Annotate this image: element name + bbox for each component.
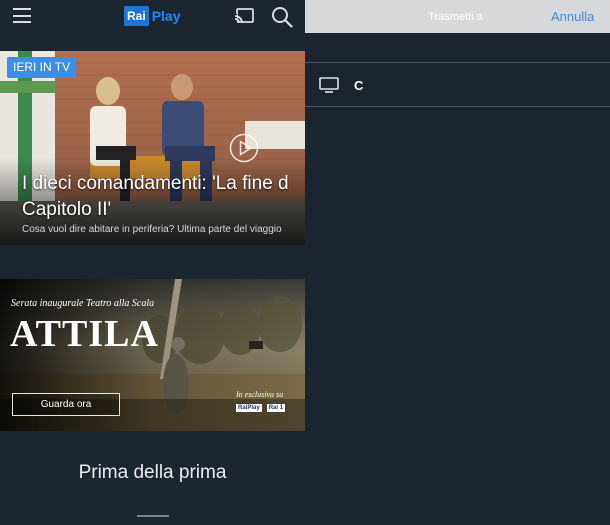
raiplay-logo[interactable]: Rai Play <box>124 5 181 27</box>
channel-logos: RaiPlay Rai 1 <box>236 404 286 412</box>
promo-title: ATTILA <box>10 313 159 355</box>
search-icon[interactable] <box>271 6 293 28</box>
promo-kicker: Serata inaugurale Teatro alla Scala <box>11 298 155 309</box>
hero-title-line2: Capitolo II' <box>22 199 112 220</box>
section-title: Prima della prima <box>78 462 227 483</box>
logo-play-text: Play <box>151 8 181 24</box>
cast-dialog: Trasmetti a Annulla C <box>305 0 610 525</box>
ieri-in-tv-badge: IERI IN TV <box>7 57 77 78</box>
section-divider <box>137 515 169 517</box>
rai1-mini-logo: Rai 1 <box>266 404 286 412</box>
raiplay-app: Rai Play IERI IN TV I dieci comandamenti… <box>0 0 305 525</box>
hero-title[interactable]: I dieci comandamenti: 'La fine d Capitol… <box>22 171 305 223</box>
hero-title-line1: I dieci comandamenti: 'La fine d <box>22 173 289 194</box>
cancel-button[interactable]: Annulla <box>551 9 594 24</box>
play-circle-icon[interactable] <box>229 133 259 163</box>
tv-icon <box>319 77 339 93</box>
raiplay-mini-logo: RaiPlay <box>236 404 262 412</box>
app-top-bar: Rai Play <box>0 0 305 34</box>
cast-dialog-header: Trasmetti a Annulla <box>305 0 610 33</box>
cast-icon[interactable] <box>234 8 254 24</box>
cast-device-name: C <box>354 78 364 93</box>
hero-subtitle: Cosa vuol dire abitare in periferia? Ult… <box>22 224 282 235</box>
cast-device-row[interactable]: C <box>305 62 610 107</box>
logo-rai-text: Rai <box>124 6 149 26</box>
watch-now-button[interactable]: Guarda ora <box>12 393 120 416</box>
hamburger-menu-icon[interactable] <box>13 8 31 23</box>
exclusive-label: In esclusiva su <box>236 390 284 399</box>
